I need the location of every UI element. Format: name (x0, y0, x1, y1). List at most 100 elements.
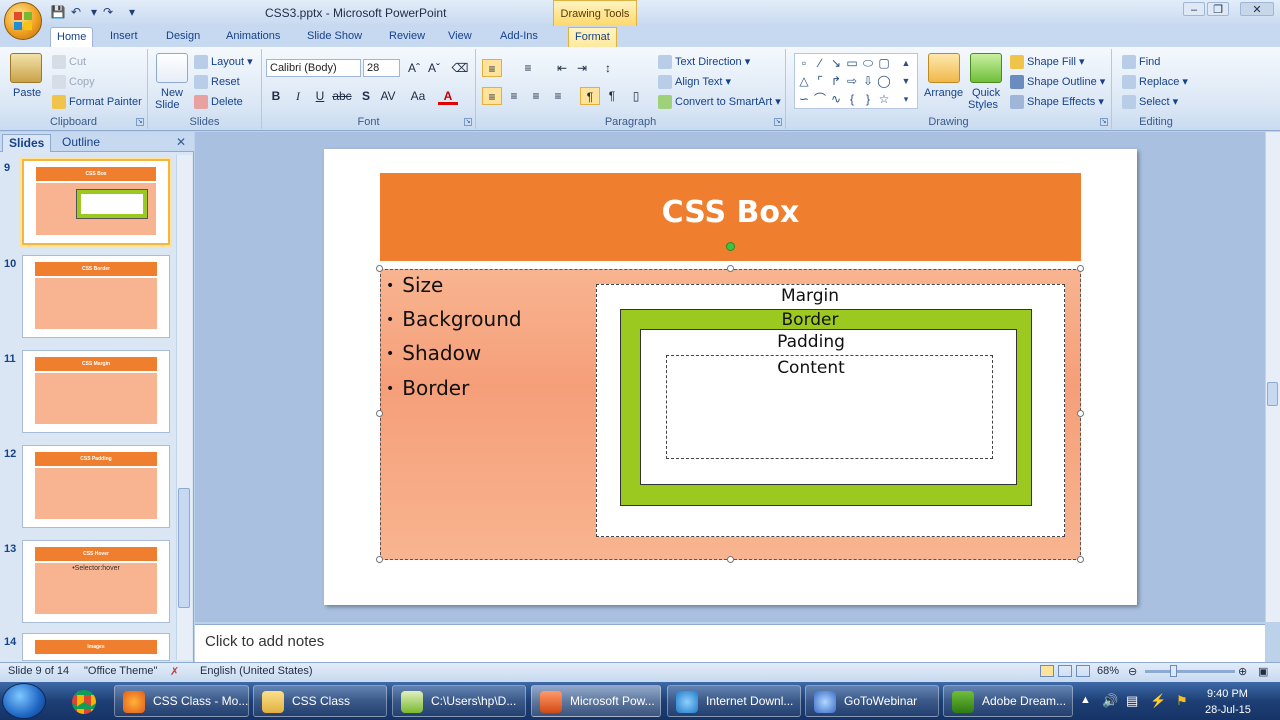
zoom-level[interactable]: 68% (1097, 665, 1119, 677)
gallery-more-icon[interactable]: ▾ (899, 92, 913, 106)
paste-icon[interactable] (10, 53, 42, 83)
new-slide-label[interactable]: New (161, 87, 183, 99)
normal-view-icon[interactable] (1040, 665, 1054, 677)
slide-thumbnail[interactable]: Images (22, 633, 170, 661)
bullet-item[interactable]: • Background (386, 307, 522, 331)
decrease-indent-icon[interactable]: ⇤ (552, 59, 572, 77)
layout-button[interactable]: Layout ▾ (194, 55, 253, 70)
text-direction-button[interactable]: Text Direction ▾ (658, 55, 750, 70)
find-button[interactable]: Find (1122, 55, 1160, 69)
bold-icon[interactable]: B (266, 87, 286, 105)
font-family-combo[interactable]: Calibri (Body) (266, 59, 361, 77)
slide-thumbnail[interactable]: CSS Padding (22, 445, 170, 528)
elbow-shape-icon[interactable]: ⌜ (813, 74, 827, 88)
rotation-handle[interactable] (726, 242, 735, 251)
right-brace-icon[interactable]: } (861, 92, 875, 106)
fit-to-window-icon[interactable]: ▣ (1258, 665, 1268, 678)
start-button[interactable] (2, 683, 46, 719)
shape-effects-button[interactable]: Shape Effects ▾ (1010, 95, 1104, 110)
taskbar-item-gotowebinar[interactable]: GoToWebinar (805, 685, 939, 717)
slide-title[interactable]: CSS Box (380, 195, 1081, 230)
tab-view[interactable]: View (442, 27, 478, 47)
clear-formatting-icon[interactable]: ⌫ (450, 59, 470, 77)
minimize-button[interactable]: – (1183, 2, 1205, 16)
notes-pane[interactable] (195, 624, 1265, 662)
right-arrow-icon[interactable]: ⇨ (845, 74, 859, 88)
restore-button[interactable]: ❐ (1207, 2, 1229, 16)
notes-placeholder[interactable]: Click to add notes (205, 633, 324, 650)
office-button[interactable] (4, 2, 42, 40)
paragraph-launcher-icon[interactable]: ↘ (774, 118, 782, 126)
drawing-launcher-icon[interactable]: ↘ (1100, 118, 1108, 126)
rtl-icon[interactable]: ¶ (602, 87, 622, 105)
arrange-button[interactable]: Arrange (924, 87, 963, 99)
tab-format[interactable]: Format (568, 27, 617, 47)
network-icon[interactable]: ▤ (1126, 693, 1138, 709)
taskbar-item-firefox[interactable]: CSS Class - Mo... (114, 685, 249, 717)
freeform-shape-icon[interactable]: ∿ (829, 92, 843, 106)
tab-review[interactable]: Review (383, 27, 431, 47)
ltr-icon[interactable]: ¶ (580, 87, 600, 105)
editor-scroll-thumb[interactable] (1267, 382, 1278, 406)
numbering-icon[interactable]: ≡ (518, 59, 538, 77)
shape-fill-button[interactable]: Shape Fill ▾ (1010, 55, 1085, 70)
slideshow-view-icon[interactable] (1076, 665, 1090, 677)
rectangle-shape-icon[interactable]: ▭ (845, 56, 859, 70)
bullet-item[interactable]: • Border (386, 376, 469, 400)
increase-indent-icon[interactable]: ⇥ (572, 59, 592, 77)
power-icon[interactable]: ⚡ (1150, 693, 1166, 709)
callout-shape-icon[interactable]: ◯ (877, 74, 891, 88)
new-slide-label2[interactable]: Slide (155, 99, 179, 111)
change-case-icon[interactable]: Aa (408, 87, 428, 105)
resize-handle[interactable] (1077, 265, 1084, 272)
replace-button[interactable]: Replace ▾ (1122, 75, 1188, 90)
clock-date[interactable]: 28-Jul-15 (1205, 704, 1251, 716)
shadow-icon[interactable]: S (356, 87, 376, 105)
star-shape-icon[interactable]: ☆ (877, 92, 891, 106)
arrow-line-icon[interactable]: ↘ (829, 56, 843, 70)
tab-slides[interactable]: Slides (2, 134, 52, 152)
taskbar-item-powerpoint[interactable]: Microsoft Pow... (531, 685, 661, 717)
reset-button[interactable]: Reset (194, 75, 240, 89)
delete-button[interactable]: Delete (194, 95, 243, 109)
pane-scroll-thumb[interactable] (178, 488, 190, 608)
down-arrow-icon[interactable]: ⇩ (861, 74, 875, 88)
show-hidden-icons-icon[interactable]: ▲ (1080, 694, 1091, 706)
editor-scrollbar[interactable] (1265, 132, 1280, 622)
format-painter-button[interactable]: Format Painter (52, 95, 142, 109)
notification-icon[interactable]: ⚑ (1176, 693, 1188, 709)
bullets-icon[interactable]: ≡ (482, 59, 502, 77)
tab-outline[interactable]: Outline (56, 134, 106, 152)
cut-button[interactable]: Cut (52, 55, 86, 69)
slide-thumbnail[interactable]: CSS Border (22, 255, 170, 338)
undo-icon[interactable]: ↶ (68, 4, 84, 20)
rounded-rect-icon[interactable]: ▢ (877, 56, 891, 70)
italic-icon[interactable]: I (288, 87, 308, 105)
select-button[interactable]: Select ▾ (1122, 95, 1178, 110)
new-slide-icon[interactable] (156, 53, 188, 83)
columns-icon[interactable]: ▯ (626, 87, 646, 105)
sorter-view-icon[interactable] (1058, 665, 1072, 677)
zoom-slider-knob[interactable] (1170, 665, 1177, 677)
spell-check-icon[interactable]: ✗ (170, 665, 179, 678)
line-shape-icon[interactable]: ∕ (813, 56, 827, 70)
shape-outline-button[interactable]: Shape Outline ▾ (1010, 75, 1105, 90)
resize-handle[interactable] (727, 265, 734, 272)
gallery-down-icon[interactable]: ▼ (899, 74, 913, 88)
taskbar-item-dreamweaver[interactable]: Adobe Dream... (943, 685, 1073, 717)
bullet-item[interactable]: • Shadow (386, 341, 481, 365)
language-status[interactable]: English (United States) (200, 665, 313, 677)
customize-qat-icon[interactable]: ▾ (124, 4, 140, 20)
triangle-shape-icon[interactable]: △ (797, 74, 811, 88)
tab-animations[interactable]: Animations (220, 27, 286, 47)
align-left-icon[interactable]: ≡ (482, 87, 502, 105)
clipboard-launcher-icon[interactable]: ↘ (136, 118, 144, 126)
textbox-shape-icon[interactable]: ▫ (797, 56, 811, 70)
resize-handle[interactable] (1077, 556, 1084, 563)
slide-thumbnail[interactable]: CSS Box (22, 159, 170, 245)
resize-handle[interactable] (376, 556, 383, 563)
paste-button[interactable]: Paste (13, 87, 41, 99)
zoom-in-icon[interactable]: ⊕ (1238, 665, 1247, 678)
shrink-font-icon[interactable]: Aˇ (424, 59, 444, 77)
save-icon[interactable]: 💾 (50, 4, 66, 20)
